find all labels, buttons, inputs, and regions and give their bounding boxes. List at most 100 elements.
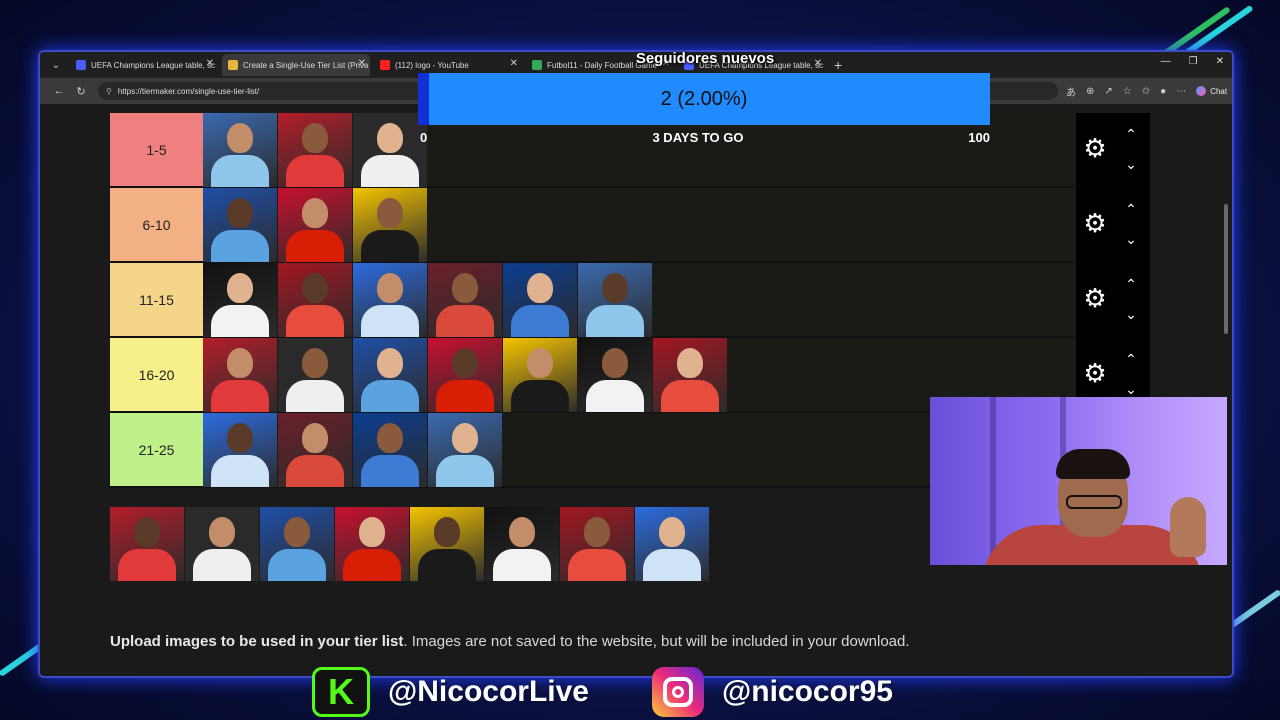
site-info-icon[interactable]: ⚲ <box>106 87 112 96</box>
player-head <box>677 348 703 378</box>
player-shirt <box>586 380 644 412</box>
more-menu-icon[interactable]: ⋯ <box>1176 86 1186 97</box>
move-down-icon[interactable]: ⌄ <box>1122 382 1140 396</box>
player-photo[interactable] <box>578 338 652 412</box>
copilot-icon <box>1196 86 1207 96</box>
player-photo[interactable] <box>485 507 559 581</box>
tab-list-dropdown-icon[interactable]: ⌄ <box>46 55 66 75</box>
move-up-icon[interactable]: ⌃ <box>1122 277 1140 291</box>
tab-active[interactable]: Create a Single-Use Tier List (Priva ✕ <box>222 54 370 76</box>
tab-close-icon[interactable]: ✕ <box>358 58 366 69</box>
tab-label: Create a Single-Use Tier List (Priva <box>243 60 369 70</box>
player-photo[interactable] <box>353 188 427 262</box>
move-up-icon[interactable]: ⌃ <box>1122 352 1140 366</box>
instagram-handle: @nicocor95 <box>722 675 893 708</box>
player-photo[interactable] <box>578 263 652 337</box>
scrollbar[interactable] <box>1224 204 1228 334</box>
reload-icon[interactable]: ↻ <box>70 85 92 98</box>
player-photo[interactable] <box>428 263 502 337</box>
player-photo[interactable] <box>185 507 259 581</box>
move-down-icon[interactable]: ⌄ <box>1122 232 1140 246</box>
tab-close-icon[interactable]: ✕ <box>510 58 518 69</box>
player-photo[interactable] <box>353 113 427 187</box>
player-photo[interactable] <box>110 507 184 581</box>
player-shirt <box>286 380 344 412</box>
share-icon[interactable]: ↗ <box>1104 86 1112 97</box>
player-photo[interactable] <box>503 263 577 337</box>
player-head <box>527 348 553 378</box>
goal-min: 0 <box>420 130 428 145</box>
tab-close-icon[interactable]: ✕ <box>814 58 822 69</box>
tier-label-text: 11-15 <box>139 291 174 308</box>
back-icon[interactable]: ← <box>48 85 70 97</box>
new-tab-icon[interactable]: + <box>834 57 842 73</box>
goal-value: 2 (2.00%) <box>660 87 748 110</box>
unranked-image-pool <box>110 507 710 582</box>
favorites-bar-icon[interactable]: ✩ <box>1142 86 1150 97</box>
player-photo[interactable] <box>278 113 352 187</box>
settings-gear-icon[interactable]: ⚙ <box>1082 210 1108 236</box>
player-photo[interactable] <box>335 507 409 581</box>
restore-icon[interactable]: ❐ <box>1189 56 1198 67</box>
player-photo[interactable] <box>428 413 502 487</box>
upload-link[interactable]: Upload images to be used in your tier li… <box>110 633 403 650</box>
move-down-icon[interactable]: ⌄ <box>1122 307 1140 321</box>
player-head <box>227 423 253 453</box>
player-photo[interactable] <box>635 507 709 581</box>
minimize-icon[interactable]: — <box>1161 56 1171 67</box>
player-photo[interactable] <box>278 413 352 487</box>
tier-label-text: 6-10 <box>142 216 171 233</box>
player-shirt <box>361 230 419 262</box>
streamer-hand <box>1170 497 1206 557</box>
tab[interactable]: UEFA Champions League table, sc ✕ <box>70 54 218 76</box>
player-photo[interactable] <box>203 113 277 187</box>
player-head <box>527 273 553 303</box>
player-photo[interactable] <box>203 338 277 412</box>
player-photo[interactable] <box>428 338 502 412</box>
player-photo[interactable] <box>410 507 484 581</box>
tier-label[interactable]: 6-10 <box>110 188 203 261</box>
profile-avatar[interactable]: ● <box>1160 86 1166 97</box>
streamer-glasses <box>1066 495 1122 509</box>
settings-gear-icon[interactable]: ⚙ <box>1082 135 1108 161</box>
tier-label[interactable]: 21-25 <box>110 413 203 486</box>
player-head <box>434 517 460 547</box>
close-window-icon[interactable]: ✕ <box>1216 56 1224 67</box>
player-head <box>302 123 328 153</box>
player-photo[interactable] <box>353 338 427 412</box>
move-up-icon[interactable]: ⌃ <box>1122 127 1140 141</box>
player-photo[interactable] <box>203 188 277 262</box>
settings-gear-icon[interactable]: ⚙ <box>1082 360 1108 386</box>
player-shirt <box>361 155 419 187</box>
tier-label-text: 16-20 <box>138 366 175 383</box>
player-photo[interactable] <box>203 413 277 487</box>
move-up-icon[interactable]: ⌃ <box>1122 202 1140 216</box>
player-photo[interactable] <box>653 338 727 412</box>
player-photo[interactable] <box>353 263 427 337</box>
tier-label[interactable]: 16-20 <box>110 338 203 411</box>
tab-close-icon[interactable]: ✕ <box>206 58 214 69</box>
instagram-social: @nicocor95 <box>652 667 893 717</box>
player-photo[interactable] <box>353 413 427 487</box>
favorite-icon[interactable]: ☆ <box>1123 86 1132 97</box>
move-down-icon[interactable]: ⌄ <box>1122 157 1140 171</box>
tier-label[interactable]: 1-5 <box>110 113 203 186</box>
translate-icon[interactable]: あ <box>1066 84 1076 99</box>
copilot-chat-button[interactable]: Chat <box>1196 86 1227 96</box>
player-shirt <box>211 230 269 262</box>
goal-progress-bar: 2 (2.00%) <box>418 73 990 125</box>
instagram-logo-icon <box>652 667 704 717</box>
kick-logo-icon: K <box>312 667 370 717</box>
player-photo[interactable] <box>560 507 634 581</box>
player-photo[interactable] <box>260 507 334 581</box>
tier-label[interactable]: 11-15 <box>110 263 203 336</box>
player-photo[interactable] <box>503 338 577 412</box>
player-head <box>227 123 253 153</box>
settings-gear-icon[interactable]: ⚙ <box>1082 285 1108 311</box>
player-shirt <box>493 549 551 581</box>
player-photo[interactable] <box>203 263 277 337</box>
player-photo[interactable] <box>278 263 352 337</box>
player-photo[interactable] <box>278 188 352 262</box>
player-photo[interactable] <box>278 338 352 412</box>
zoom-icon[interactable]: ⊕ <box>1086 86 1094 97</box>
